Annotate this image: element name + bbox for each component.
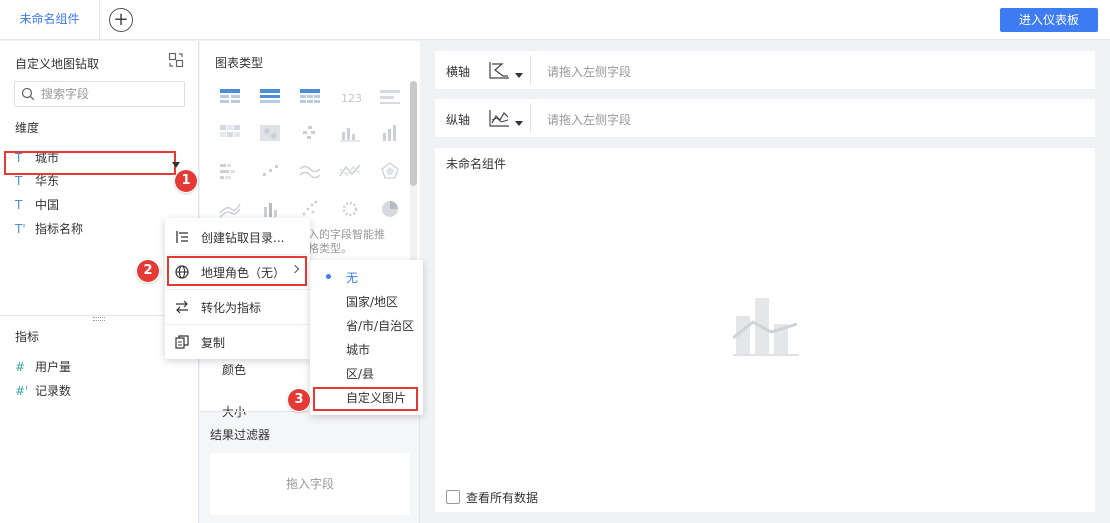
empty-chart-icon xyxy=(733,298,799,356)
stacked-bar-icon[interactable] xyxy=(219,161,241,181)
heat-grid-icon[interactable] xyxy=(219,123,241,143)
y-axis-row: 纵轴 请拖入左侧字段 xyxy=(435,99,1095,137)
search-icon xyxy=(21,87,35,101)
component-title[interactable]: 未命名组件 xyxy=(446,155,506,172)
dimension-field[interactable]: T' 指标名称 xyxy=(15,218,83,240)
chart-hint-text: 入的字段智能推 格类型。 xyxy=(308,228,385,255)
geo-role-none[interactable]: 无 xyxy=(346,269,358,286)
copy-icon xyxy=(175,335,189,349)
dataset-title: 自定义地图钻取 xyxy=(15,57,100,71)
selected-dot-icon xyxy=(326,274,331,279)
geo-role-highlight xyxy=(167,256,307,286)
field-dropdown-icon[interactable] xyxy=(172,162,180,168)
enter-dashboard-button[interactable]: 进入仪表板 xyxy=(1000,8,1098,32)
menu-item-copy[interactable]: 复制 xyxy=(165,325,310,359)
result-filter-title: 结果过滤器 xyxy=(210,428,271,442)
tab-unnamed-component[interactable]: 未命名组件 xyxy=(0,0,100,40)
divider xyxy=(530,55,531,85)
measure-field[interactable]: #' 记录数 xyxy=(15,380,71,402)
dimensions-label: 维度 xyxy=(15,121,40,135)
x-axis-drop-zone[interactable]: 请拖入左侧字段 xyxy=(547,63,631,80)
grouped-table-icon[interactable] xyxy=(219,87,241,107)
radial-dots-icon[interactable] xyxy=(339,199,361,219)
top-bar: 未命名组件 + 进入仪表板 xyxy=(0,0,1110,40)
geo-role-district[interactable]: 区/县 xyxy=(346,365,374,382)
step-badge-3: 3 xyxy=(288,389,310,411)
y-axis-dropdown-icon[interactable] xyxy=(515,121,523,126)
bar-chart-icon[interactable] xyxy=(339,123,361,143)
menu-item-convert-measure[interactable]: 转化为指标 xyxy=(165,290,310,324)
divider xyxy=(530,103,531,133)
filter-drop-zone[interactable]: 拖入字段 xyxy=(210,453,410,515)
line-chart-icon[interactable] xyxy=(339,161,361,181)
stacked-column-icon[interactable] xyxy=(259,199,281,219)
step-badge-2: 2 xyxy=(137,260,159,282)
x-axis-label: 横轴 xyxy=(446,65,471,79)
y-axis-type-icon[interactable] xyxy=(488,108,510,128)
measures-label: 指标 xyxy=(15,330,40,344)
selected-field-highlight xyxy=(4,151,176,175)
drag-handle-icon[interactable] xyxy=(93,317,105,321)
chart-canvas: 未命名组件 查看所有数据 xyxy=(435,148,1095,512)
add-tab-icon[interactable]: + xyxy=(109,8,133,32)
field-context-menu: 创建钻取目录... 地理角色（无） 转化为指标 复制 xyxy=(165,218,310,359)
geo-role-province[interactable]: 省/市/自治区 xyxy=(346,317,414,334)
number-type-icon: # xyxy=(15,360,26,374)
area-chart-icon[interactable] xyxy=(219,199,241,219)
x-axis-type-icon[interactable] xyxy=(488,60,510,80)
swap-arrows-icon xyxy=(176,300,188,314)
column-chart-icon[interactable] xyxy=(379,123,401,143)
measure-field[interactable]: # 用户量 xyxy=(15,356,71,378)
text-type-icon: T xyxy=(15,198,23,212)
chart-type-scrollbar[interactable] xyxy=(410,81,417,186)
text-type-icon: T' xyxy=(15,222,26,236)
search-input[interactable] xyxy=(41,85,181,103)
field-search[interactable] xyxy=(14,81,185,107)
number-type-icon: #' xyxy=(15,384,29,398)
show-all-data-checkbox[interactable] xyxy=(446,490,460,504)
y-axis-label: 纵轴 xyxy=(446,113,471,127)
chart-type-title: 图表类型 xyxy=(215,56,264,70)
x-axis-row: 横轴 请拖入左侧字段 xyxy=(435,51,1095,89)
custom-image-highlight xyxy=(313,387,418,411)
treemap-icon[interactable] xyxy=(259,123,281,143)
radar-chart-icon[interactable] xyxy=(379,161,401,181)
switch-dataset-icon[interactable] xyxy=(168,52,184,68)
geo-role-country[interactable]: 国家/地区 xyxy=(346,293,398,310)
text-card-icon[interactable] xyxy=(379,87,401,107)
step-badge-1: 1 xyxy=(175,170,197,192)
scatter-grid-icon[interactable] xyxy=(259,161,281,181)
svg-text:123: 123 xyxy=(341,92,361,105)
multi-line-icon[interactable] xyxy=(299,161,321,181)
geo-role-city[interactable]: 城市 xyxy=(346,341,370,358)
bubble-scatter-icon[interactable] xyxy=(299,199,321,219)
dimension-field-selected[interactable]: T 中国 xyxy=(15,194,59,216)
drill-directory-icon xyxy=(176,231,188,243)
dot-matrix-icon[interactable] xyxy=(299,123,321,143)
crosstab-icon[interactable] xyxy=(259,87,281,107)
pie-chart-icon[interactable] xyxy=(379,199,401,219)
y-axis-drop-zone[interactable]: 请拖入左侧字段 xyxy=(547,111,631,128)
show-all-data-label[interactable]: 查看所有数据 xyxy=(466,489,538,506)
detail-table-icon[interactable] xyxy=(299,87,321,107)
x-axis-dropdown-icon[interactable] xyxy=(515,73,523,78)
menu-item-create-drill[interactable]: 创建钻取目录... xyxy=(165,220,310,254)
kpi-number-icon[interactable]: 123 xyxy=(339,87,361,107)
color-mark-label[interactable]: 颜色 xyxy=(222,361,246,378)
